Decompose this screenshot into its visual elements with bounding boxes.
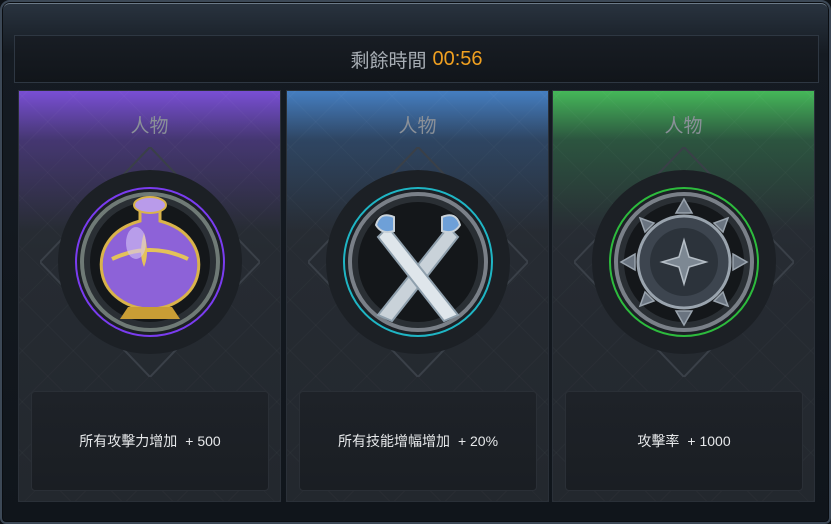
potion-icon — [40, 147, 260, 377]
effect-text: 所有攻擊力增加 — [79, 434, 178, 450]
effect-description: 所有攻擊力增加 + 500 — [31, 391, 269, 491]
effect-text: 所有技能增幅增加 — [337, 434, 450, 450]
countdown-timer: 00:56 — [432, 47, 483, 70]
time-remaining-label: 剩餘時間 — [350, 49, 427, 72]
buff-card-skill[interactable]: 人物 所有技能增幅增加 + 20% — [286, 90, 549, 502]
effect-description: 攻擊率 + 1000 — [565, 391, 803, 491]
buff-card-attack[interactable]: 人物 所有攻擊力增加 + 500 — [18, 90, 281, 502]
crossed-swords-icon — [308, 147, 528, 377]
effect-description: 所有技能增幅增加 + 20% — [299, 391, 537, 491]
buff-select-window: 剩餘時間 00:56 人物 所有攻擊力增加 + 500 人物 所有技能增幅增加 … — [0, 0, 831, 524]
spiked-shield-icon — [574, 147, 794, 377]
card-category: 人物 — [398, 115, 437, 137]
effect-text: 攻擊率 — [637, 434, 680, 450]
effect-value: + 20% — [457, 433, 499, 449]
effect-value: + 1000 — [687, 433, 731, 449]
card-category: 人物 — [664, 115, 703, 137]
effect-value: + 500 — [185, 433, 221, 449]
timer-bar: 剩餘時間 00:56 — [14, 35, 819, 83]
card-category: 人物 — [130, 115, 169, 137]
buff-card-attack-rate[interactable]: 人物 攻擊率 + 1000 — [552, 90, 815, 502]
